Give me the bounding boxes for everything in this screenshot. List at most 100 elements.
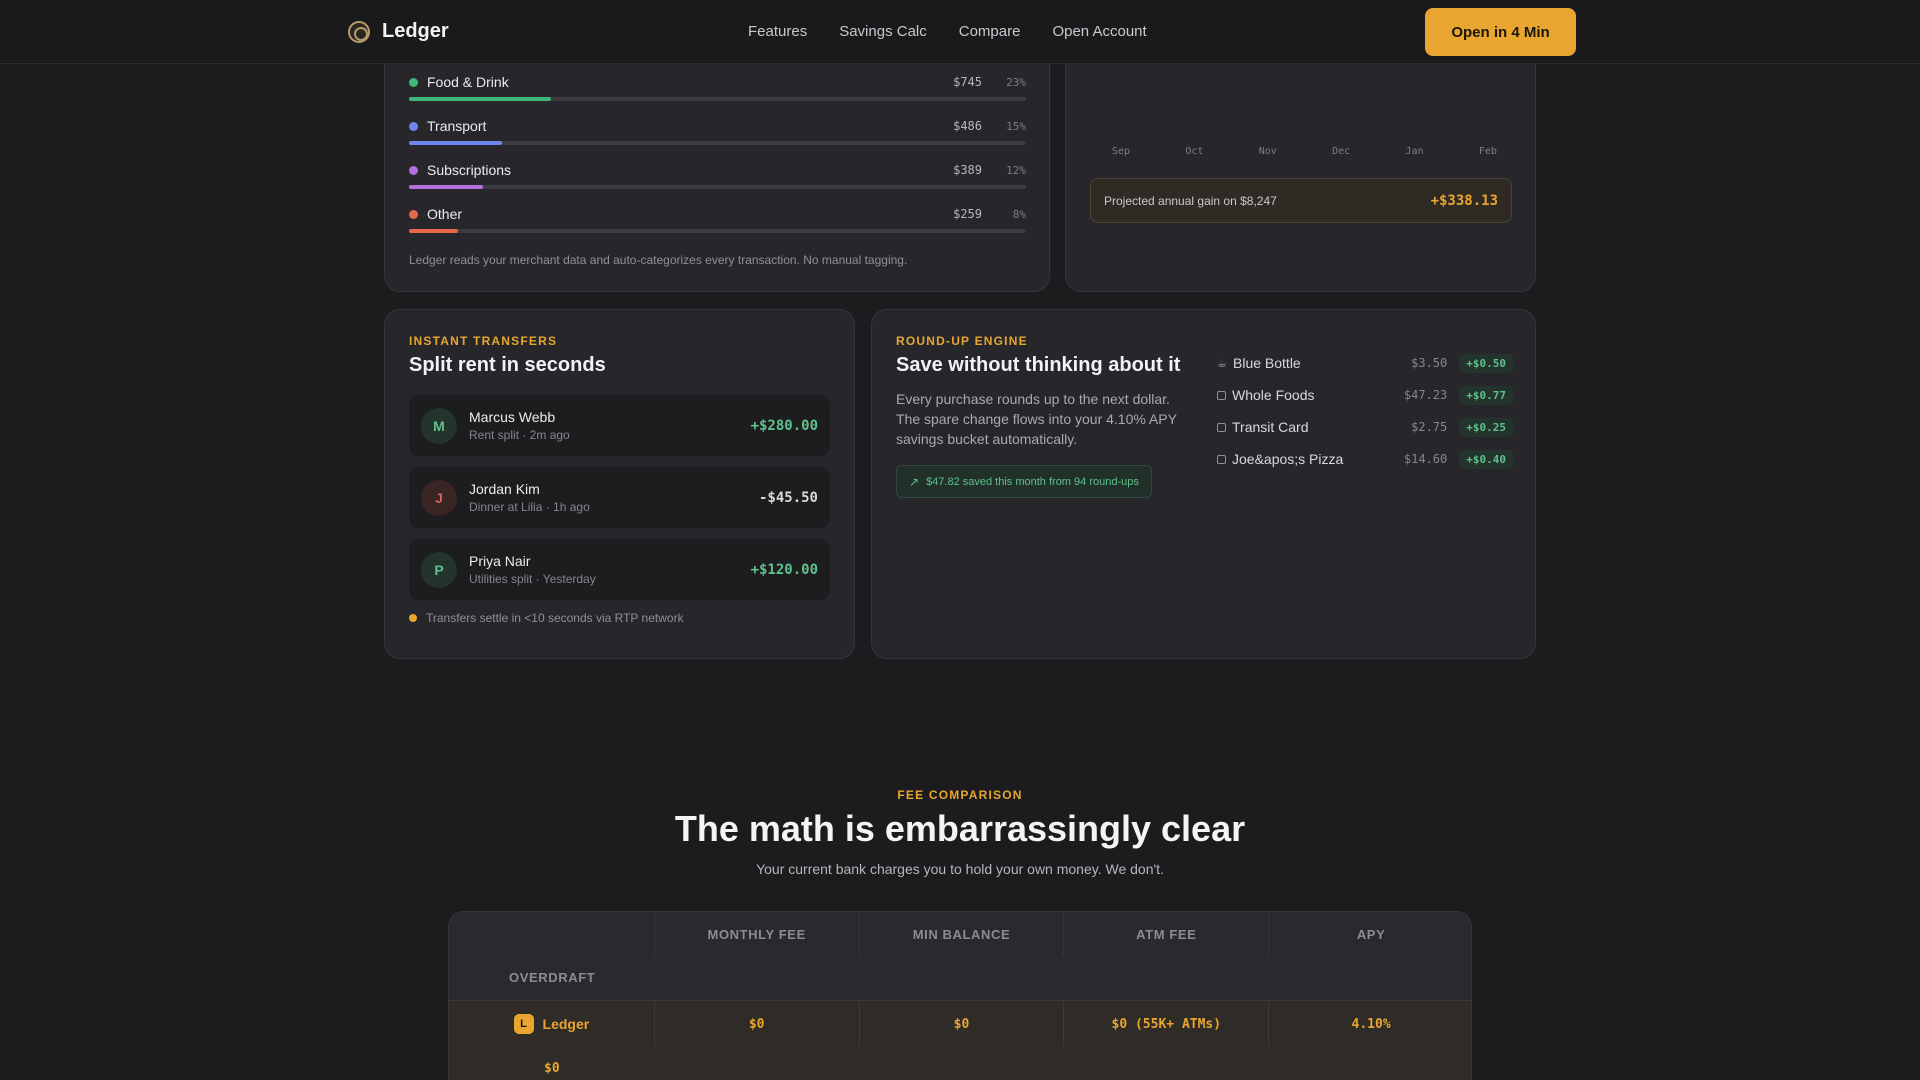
settle-note: Transfers settle in <10 seconds via RTP … xyxy=(409,611,830,625)
avatar: M xyxy=(421,407,457,444)
nav-link-features[interactable]: Features xyxy=(748,23,807,40)
category-name: Food & Drink xyxy=(427,74,509,90)
box-icon xyxy=(1217,454,1226,464)
avatar: J xyxy=(421,479,457,516)
brand[interactable]: Ledger xyxy=(348,20,449,43)
spending-note: Ledger reads your merchant data and auto… xyxy=(409,253,908,267)
ledger-logo-icon xyxy=(348,20,370,43)
nav-link-open-account[interactable]: Open Account xyxy=(1052,23,1146,40)
table-cell-bank: L Ledger xyxy=(449,1001,654,1047)
category-name: Other xyxy=(427,206,463,222)
transfer-item[interactable]: P Priya Nair Utilities split · Yesterday… xyxy=(409,539,830,600)
merchant-name: Whole Foods xyxy=(1232,387,1315,403)
fee-eyebrow: FEE COMPARISON xyxy=(897,788,1023,802)
transfer-subtitle: Dinner at Lilia · 1h ago xyxy=(469,500,590,514)
category-row: Transport $486 15% xyxy=(409,117,1026,145)
fee-title: The math is embarrassingly clear xyxy=(674,808,1246,849)
transfer-item[interactable]: M Marcus Webb Rent split · 2m ago +$280.… xyxy=(409,395,830,456)
table-header-empty xyxy=(449,912,654,956)
status-dot-icon xyxy=(409,614,417,622)
table-cell: $0 xyxy=(858,1001,1064,1047)
category-percent: 12% xyxy=(1006,163,1026,177)
projected-gain-value: +$338.13 xyxy=(1430,192,1498,209)
fee-subtitle: Your current bank charges you to hold yo… xyxy=(756,861,1164,877)
roundup-saved-pill: ↗ $47.82 saved this month from 94 round-… xyxy=(896,465,1152,498)
category-name: Subscriptions xyxy=(427,162,512,178)
month-label: Dec xyxy=(1332,146,1351,157)
transfer-name: Priya Nair xyxy=(469,553,531,569)
roundup-card: ROUND-UP ENGINE Save without thinking ab… xyxy=(871,309,1536,659)
month-axis: Sep Oct Nov Dec Jan Feb xyxy=(1090,146,1519,157)
transfer-name: Jordan Kim xyxy=(469,481,540,497)
nav-link-compare[interactable]: Compare xyxy=(959,23,1021,40)
coffee-icon: ☕ xyxy=(1217,357,1227,370)
category-progress-fill xyxy=(409,229,459,233)
table-header: MIN BALANCE xyxy=(858,912,1064,956)
transfers-card: INSTANT TRANSFERS Split rent in seconds … xyxy=(384,309,855,659)
category-dot-icon xyxy=(409,121,418,131)
table-header: APY xyxy=(1268,912,1471,956)
roundup-saved-text: $47.82 saved this month from 94 round-up… xyxy=(926,475,1139,488)
roundup-amount-badge: +$0.77 xyxy=(1459,385,1513,405)
roundup-body: Every purchase rounds up to the next dol… xyxy=(896,391,1177,447)
category-amount: $745 xyxy=(953,75,982,89)
category-progress-track xyxy=(409,229,1026,233)
category-row: Subscriptions $389 12% xyxy=(409,161,1026,189)
transfer-subtitle: Rent split · 2m ago xyxy=(469,428,570,442)
nav-link-savings-calc[interactable]: Savings Calc xyxy=(839,23,927,40)
transfer-list: M Marcus Webb Rent split · 2m ago +$280.… xyxy=(409,395,830,600)
table-cell: $0 xyxy=(653,1001,859,1047)
roundup-amount-badge: +$0.50 xyxy=(1459,353,1513,373)
category-dot-icon xyxy=(409,209,418,219)
category-progress-fill xyxy=(409,185,484,189)
month-label: Nov xyxy=(1258,146,1277,157)
roundup-amount-badge: +$0.25 xyxy=(1459,417,1513,437)
table-header: OVERDRAFT xyxy=(509,970,596,985)
roundup-item: Transit Card $2.75 +$0.25 xyxy=(1217,416,1513,438)
roundup-title: Save without thinking about it xyxy=(896,354,1181,376)
category-progress-track xyxy=(409,185,1026,189)
category-percent: 8% xyxy=(1012,207,1026,221)
category-amount: $486 xyxy=(953,119,982,133)
transfers-title: Split rent in seconds xyxy=(409,354,606,376)
table-header: MONTHLY FEE xyxy=(653,912,859,956)
category-amount: $389 xyxy=(953,163,982,177)
category-progress-fill xyxy=(409,97,551,101)
table-header-row: MONTHLY FEE MIN BALANCE ATM FEE APY xyxy=(449,912,1471,956)
category-row: Other $259 8% xyxy=(409,205,1026,233)
open-account-button[interactable]: Open in 4 Min xyxy=(1425,8,1576,56)
transfer-amount: +$280.00 xyxy=(750,417,818,434)
trend-up-icon: ↗ xyxy=(909,474,920,489)
category-dot-icon xyxy=(409,77,418,87)
merchant-name: Transit Card xyxy=(1232,419,1309,435)
category-progress-fill xyxy=(409,141,502,145)
purchase-price: $14.60 xyxy=(1403,452,1448,466)
roundup-list: ☕ Blue Bottle $3.50 +$0.50 Whole Foods $… xyxy=(1217,352,1513,480)
roundup-item: ☕ Blue Bottle $3.50 +$0.50 xyxy=(1217,352,1513,374)
bank-name: Ledger xyxy=(542,1016,590,1032)
avatar: P xyxy=(421,551,457,588)
month-label: Sep xyxy=(1112,146,1131,157)
roundup-amount-badge: +$0.40 xyxy=(1459,449,1513,469)
merchant-name: Joe&apos;s Pizza xyxy=(1232,451,1344,467)
category-percent: 15% xyxy=(1006,119,1026,133)
category-amount: $259 xyxy=(953,207,982,221)
purchase-price: $3.50 xyxy=(1411,356,1448,370)
brand-name: Ledger xyxy=(382,20,449,42)
month-label: Feb xyxy=(1478,146,1497,157)
transfer-item[interactable]: J Jordan Kim Dinner at Lilia · 1h ago -$… xyxy=(409,467,830,528)
nav-links: Features Savings Calc Compare Open Accou… xyxy=(748,23,1147,40)
roundup-eyebrow: ROUND-UP ENGINE xyxy=(896,334,1028,348)
table-cell: $0 (55K+ ATMs) xyxy=(1063,1001,1268,1047)
table-header: ATM FEE xyxy=(1063,912,1268,956)
box-icon xyxy=(1217,422,1226,432)
purchase-price: $2.75 xyxy=(1411,420,1448,434)
category-row: Food & Drink $745 23% xyxy=(409,73,1026,101)
box-icon xyxy=(1217,390,1226,400)
transfer-amount: -$45.50 xyxy=(758,489,818,506)
category-percent: 23% xyxy=(1006,75,1026,89)
transfer-subtitle: Utilities split · Yesterday xyxy=(469,572,596,586)
merchant-name: Blue Bottle xyxy=(1233,355,1301,371)
top-nav: Ledger Features Savings Calc Compare Ope… xyxy=(0,0,1920,64)
purchase-price: $47.23 xyxy=(1403,388,1448,402)
